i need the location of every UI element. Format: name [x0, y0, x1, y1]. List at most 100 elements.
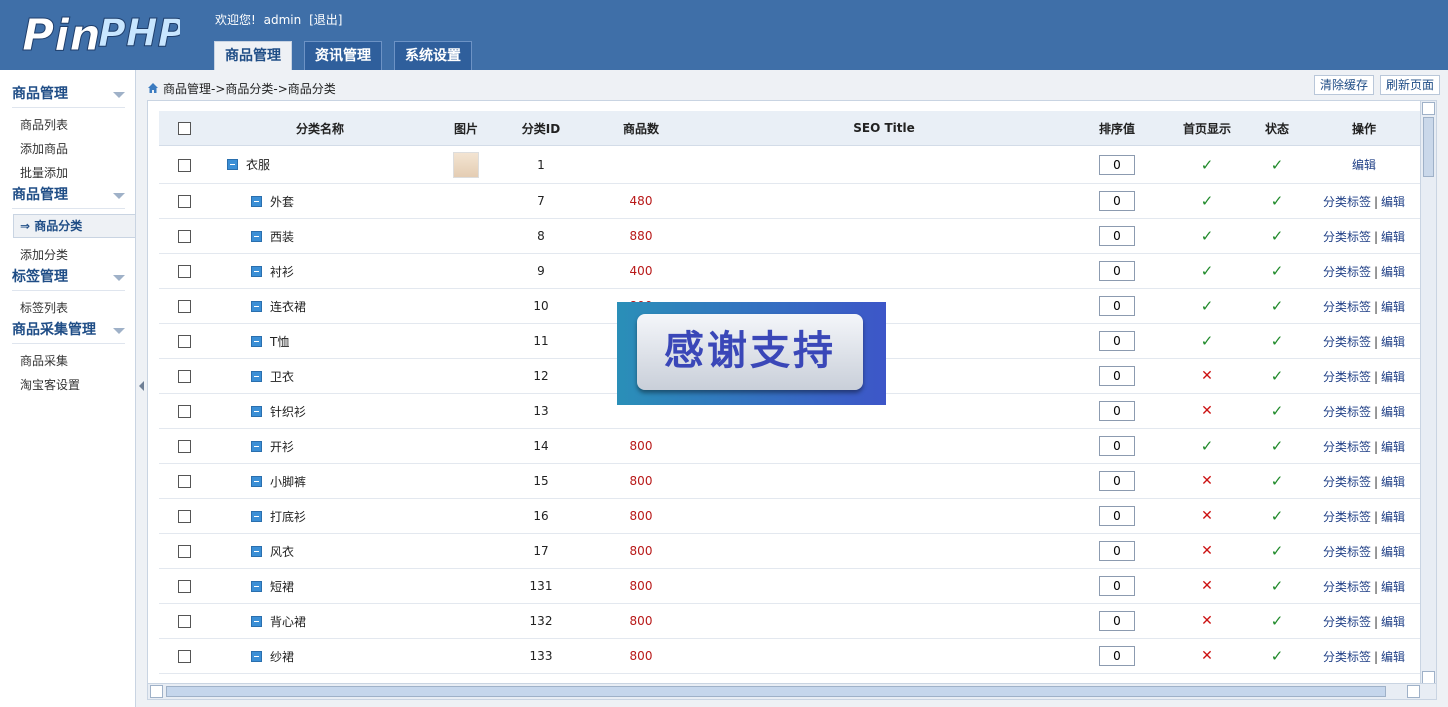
row-checkbox[interactable] [177, 510, 191, 523]
collapse-sidebar-icon[interactable] [139, 381, 144, 391]
minus-icon[interactable] [251, 405, 262, 417]
row-checkbox[interactable] [177, 650, 191, 663]
category-tag-link[interactable]: 分类标签 [1323, 510, 1371, 524]
cross-icon[interactable]: ✕ [1201, 578, 1213, 594]
minus-icon[interactable] [251, 440, 262, 452]
check-icon[interactable]: ✓ [1201, 262, 1214, 280]
vertical-scrollbar[interactable] [1420, 101, 1436, 685]
check-icon[interactable]: ✓ [1271, 507, 1284, 525]
check-icon[interactable]: ✓ [1271, 647, 1284, 665]
category-tag-link[interactable]: 分类标签 [1323, 580, 1371, 594]
sidebar-item-add-goods[interactable]: 添加商品 [20, 140, 68, 157]
edit-link[interactable]: 编辑 [1381, 510, 1405, 524]
minus-icon[interactable] [251, 265, 262, 277]
sort-input[interactable] [1099, 154, 1135, 175]
minus-icon[interactable] [251, 650, 262, 662]
edit-link[interactable]: 编辑 [1381, 545, 1405, 559]
row-checkbox[interactable] [177, 265, 191, 278]
minus-icon[interactable] [251, 195, 262, 207]
minus-icon[interactable] [251, 615, 262, 627]
sort-input[interactable] [1099, 401, 1135, 421]
sidebar-item-collect[interactable]: 商品采集 [20, 352, 68, 369]
edit-link[interactable]: 编辑 [1381, 300, 1405, 314]
cross-icon[interactable]: ✕ [1201, 403, 1213, 419]
minus-icon[interactable] [251, 370, 262, 382]
chevron-down-icon[interactable] [113, 328, 125, 334]
row-checkbox[interactable] [177, 545, 191, 558]
tab-settings[interactable]: 系统设置 [394, 41, 472, 70]
check-icon[interactable]: ✓ [1271, 367, 1284, 385]
sidebar-group-collect[interactable]: 商品采集管理 [12, 319, 125, 344]
category-tag-link[interactable]: 分类标签 [1323, 440, 1371, 454]
sort-input[interactable] [1099, 191, 1135, 211]
category-tag-link[interactable]: 分类标签 [1323, 615, 1371, 629]
scroll-thumb[interactable] [166, 686, 1386, 697]
sort-input[interactable] [1099, 576, 1135, 596]
check-icon[interactable]: ✓ [1271, 332, 1284, 350]
scroll-up-icon[interactable] [1422, 102, 1435, 115]
sidebar-item-category[interactable]: ⇒ 商品分类 [13, 214, 135, 238]
edit-link[interactable]: 编辑 [1381, 650, 1405, 664]
category-tag-link[interactable]: 分类标签 [1323, 405, 1371, 419]
select-all-checkbox[interactable] [177, 122, 191, 135]
sort-input[interactable] [1099, 541, 1135, 561]
check-icon[interactable]: ✓ [1271, 437, 1284, 455]
category-tag-link[interactable]: 分类标签 [1323, 195, 1371, 209]
check-icon[interactable]: ✓ [1271, 402, 1284, 420]
minus-icon[interactable] [251, 230, 262, 242]
cross-icon[interactable]: ✕ [1201, 368, 1213, 384]
row-checkbox[interactable] [177, 405, 191, 418]
logout-link[interactable]: [退出] [309, 13, 342, 27]
sidebar-item-goods-list[interactable]: 商品列表 [20, 116, 68, 133]
scroll-right-icon[interactable] [1407, 685, 1420, 698]
check-icon[interactable]: ✓ [1201, 437, 1214, 455]
cross-icon[interactable]: ✕ [1201, 508, 1213, 524]
row-checkbox[interactable] [177, 300, 191, 313]
sort-input[interactable] [1099, 646, 1135, 666]
check-icon[interactable]: ✓ [1271, 192, 1284, 210]
sidebar-group-category[interactable]: 商品管理 [12, 184, 125, 209]
row-checkbox[interactable] [177, 195, 191, 208]
tab-news[interactable]: 资讯管理 [304, 41, 382, 70]
check-icon[interactable]: ✓ [1201, 227, 1214, 245]
edit-link[interactable]: 编辑 [1381, 580, 1405, 594]
minus-icon[interactable] [251, 300, 262, 312]
check-icon[interactable]: ✓ [1271, 227, 1284, 245]
check-icon[interactable]: ✓ [1201, 192, 1214, 210]
minus-icon[interactable] [251, 545, 262, 557]
edit-link[interactable]: 编辑 [1381, 265, 1405, 279]
row-checkbox[interactable] [177, 440, 191, 453]
cross-icon[interactable]: ✕ [1201, 543, 1213, 559]
category-tag-link[interactable]: 分类标签 [1323, 650, 1371, 664]
edit-link[interactable]: 编辑 [1381, 615, 1405, 629]
cross-icon[interactable]: ✕ [1201, 613, 1213, 629]
check-icon[interactable]: ✓ [1271, 612, 1284, 630]
horizontal-scrollbar[interactable] [148, 683, 1436, 699]
refresh-page-button[interactable]: 刷新页面 [1380, 75, 1441, 95]
row-checkbox[interactable] [177, 335, 191, 348]
minus-icon[interactable] [251, 510, 262, 522]
scroll-thumb[interactable] [1423, 117, 1434, 177]
minus-icon[interactable] [227, 159, 238, 170]
sidebar-item-add-category[interactable]: 添加分类 [20, 246, 68, 263]
chevron-down-icon[interactable] [113, 193, 125, 199]
check-icon[interactable]: ✓ [1201, 297, 1214, 315]
row-checkbox[interactable] [177, 475, 191, 488]
sort-input[interactable] [1099, 331, 1135, 351]
sidebar-group-tags[interactable]: 标签管理 [12, 266, 125, 291]
sort-input[interactable] [1099, 261, 1135, 281]
sort-input[interactable] [1099, 611, 1135, 631]
category-tag-link[interactable]: 分类标签 [1323, 230, 1371, 244]
category-tag-link[interactable]: 分类标签 [1323, 545, 1371, 559]
minus-icon[interactable] [251, 475, 262, 487]
sort-input[interactable] [1099, 436, 1135, 456]
check-icon[interactable]: ✓ [1271, 542, 1284, 560]
sort-input[interactable] [1099, 226, 1135, 246]
row-checkbox[interactable] [177, 370, 191, 383]
clear-cache-button[interactable]: 清除缓存 [1314, 75, 1375, 95]
sort-input[interactable] [1099, 471, 1135, 491]
row-checkbox[interactable] [177, 230, 191, 243]
row-checkbox[interactable] [177, 580, 191, 593]
category-tag-link[interactable]: 分类标签 [1323, 370, 1371, 384]
tab-goods[interactable]: 商品管理 [214, 41, 292, 70]
